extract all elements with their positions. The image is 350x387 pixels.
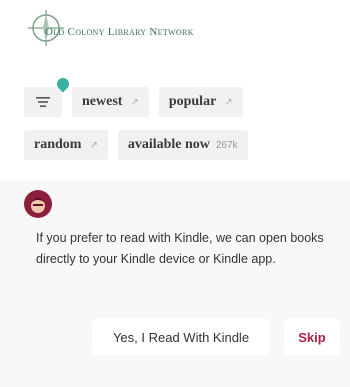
filter-label: newest: [82, 94, 123, 109]
filter-label: popular: [168, 94, 217, 109]
filter-menu-button[interactable]: [24, 75, 72, 117]
hamburger-menu-icon: [36, 97, 50, 107]
filter-popular[interactable]: popular ↗: [158, 87, 243, 117]
filter-random[interactable]: random ↗: [24, 130, 108, 160]
kindle-prompt-message: If you prefer to read with Kindle, we ca…: [36, 231, 324, 266]
filter-row-1: newest ↗ popular ↗: [24, 75, 243, 117]
arrow-icon: ↗: [130, 96, 139, 108]
kindle-prompt-card: If you prefer to read with Kindle, we ca…: [0, 180, 350, 387]
filter-newest[interactable]: newest ↗: [72, 87, 149, 117]
arrow-icon: ↗: [89, 139, 98, 151]
filter-count: 267k: [215, 139, 238, 151]
character-avatar-icon: [24, 190, 52, 218]
notification-dot-icon: [54, 75, 72, 93]
filter-label: available now: [127, 137, 210, 152]
filter-label: random: [34, 137, 82, 152]
site-logo-text[interactable]: Old Colony Library Network: [45, 26, 295, 38]
yes-kindle-button[interactable]: Yes, I Read With Kindle: [92, 319, 270, 355]
skip-button[interactable]: Skip: [284, 319, 340, 355]
site-header: Old Colony Library Network: [0, 0, 350, 70]
arrow-icon: ↗: [224, 96, 233, 108]
filter-available-now[interactable]: available now 267k: [117, 130, 248, 160]
filter-row-2: random ↗ available now 267k: [24, 130, 248, 160]
